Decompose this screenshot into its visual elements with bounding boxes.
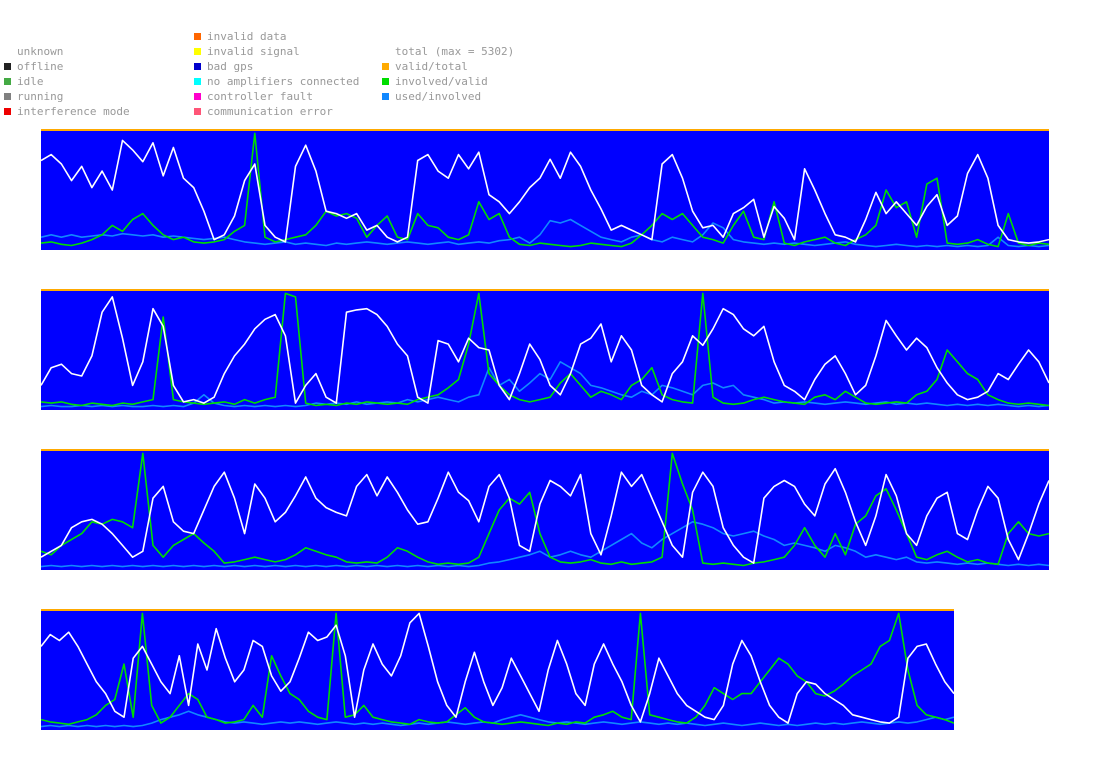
legend-item-controller-fault: controller fault — [194, 89, 313, 104]
chart-panel-3 — [41, 449, 1049, 570]
legend-item-running: running — [4, 89, 63, 104]
chart-panel-4 — [41, 609, 954, 730]
chart-panel-3-background — [41, 449, 1049, 570]
legend-swatch-bad-gps — [194, 63, 201, 70]
legend-swatch-running — [4, 93, 11, 100]
legend-header-total: total (max = 5302) — [395, 45, 515, 58]
legend-item-bad-gps: bad gps — [194, 59, 253, 74]
legend-label-communication-error: communication error — [207, 105, 333, 118]
chart-panel-2 — [41, 289, 1049, 410]
legend-label-used-involved: used/involved — [395, 90, 482, 103]
legend-swatch-idle — [4, 78, 11, 85]
legend-item-communication-error: communication error — [194, 104, 333, 119]
legend-swatch-used-involved — [382, 93, 389, 100]
legend-item-used-involved: used/involved — [382, 89, 481, 104]
legend-item-no-amplifiers: no amplifiers connected — [194, 74, 359, 89]
chart-panel-4-svg — [41, 609, 954, 730]
chart-panel-1 — [41, 129, 1049, 250]
legend-item-offline: offline — [4, 59, 63, 74]
legend-label-running: running — [17, 90, 64, 103]
legend-label-valid-total: valid/total — [395, 60, 468, 73]
legend-swatch-no-amplifiers — [194, 78, 201, 85]
legend-label-no-amplifiers: no amplifiers connected — [207, 75, 360, 88]
legend: unknown offline idle running interferenc… — [4, 30, 604, 125]
legend-swatch-communication-error — [194, 108, 201, 115]
legend-swatch-offline — [4, 63, 11, 70]
legend-header-unknown: unknown — [17, 45, 64, 58]
legend-label-involved-valid: involved/valid — [395, 75, 488, 88]
legend-swatch-invalid-data — [194, 33, 201, 40]
legend-label-interference-mode: interference mode — [17, 105, 130, 118]
legend-label-idle: idle — [17, 75, 44, 88]
chart-panel-3-svg — [41, 449, 1049, 570]
legend-label-invalid-signal: invalid signal — [207, 45, 300, 58]
chart-panel-2-svg — [41, 289, 1049, 410]
legend-swatch-interference-mode — [4, 108, 11, 115]
legend-swatch-involved-valid — [382, 78, 389, 85]
chart-panel-2-background — [41, 289, 1049, 410]
chart-panel-1-background — [41, 129, 1049, 250]
chart-panel-1-svg — [41, 129, 1049, 250]
legend-label-bad-gps: bad gps — [207, 60, 254, 73]
legend-item-invalid-data: invalid data — [194, 29, 286, 44]
legend-swatch-controller-fault — [194, 93, 201, 100]
legend-item-valid-total: valid/total — [382, 59, 468, 74]
legend-item-interference-mode: interference mode — [4, 104, 130, 119]
legend-label-controller-fault: controller fault — [207, 90, 313, 103]
legend-label-invalid-data: invalid data — [207, 30, 287, 43]
legend-item-invalid-signal: invalid signal — [194, 44, 300, 59]
legend-label-offline: offline — [17, 60, 64, 73]
legend-item-idle: idle — [4, 74, 44, 89]
chart-panel-4-background — [41, 609, 954, 730]
legend-item-involved-valid: involved/valid — [382, 74, 488, 89]
legend-swatch-valid-total — [382, 63, 389, 70]
legend-swatch-invalid-signal — [194, 48, 201, 55]
